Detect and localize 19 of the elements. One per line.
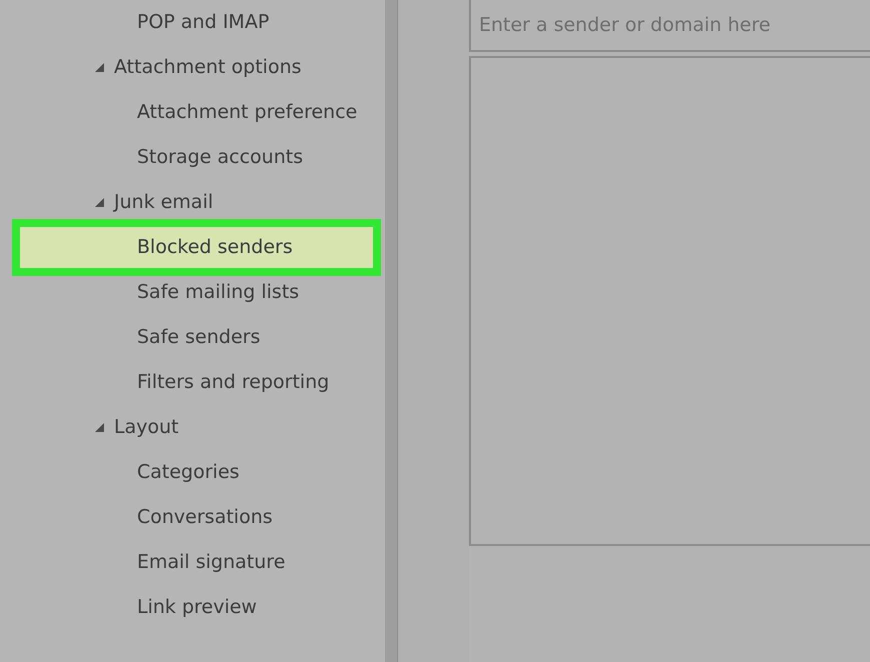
sidebar-item[interactable]: Safe senders [0, 315, 385, 360]
expand-icon [95, 423, 104, 432]
expand-icon [95, 198, 104, 207]
sidebar-group[interactable]: Attachment options [0, 45, 385, 90]
expand-icon [95, 63, 104, 72]
sidebar-group[interactable]: Layout [0, 405, 385, 450]
sidebar-item[interactable]: Categories [0, 450, 385, 495]
sidebar-item[interactable]: Conversations [0, 495, 385, 540]
sidebar-item[interactable]: Blocked senders [18, 225, 375, 270]
sidebar-item[interactable]: Safe mailing lists [0, 270, 385, 315]
sidebar-item[interactable]: Link preview [0, 585, 385, 630]
sidebar-item[interactable]: Filters and reporting [0, 360, 385, 405]
sidebar-item[interactable]: Email signature [0, 540, 385, 585]
sender-field[interactable]: Enter a sender or domain here [469, 0, 870, 52]
sidebar-item[interactable]: Attachment preference [0, 90, 385, 135]
sidebar-item[interactable]: Storage accounts [0, 135, 385, 180]
sidebar-group[interactable]: Junk email [0, 180, 385, 225]
sidebar-item[interactable]: POP and IMAP [0, 0, 385, 45]
scrollbar[interactable] [385, 0, 397, 662]
